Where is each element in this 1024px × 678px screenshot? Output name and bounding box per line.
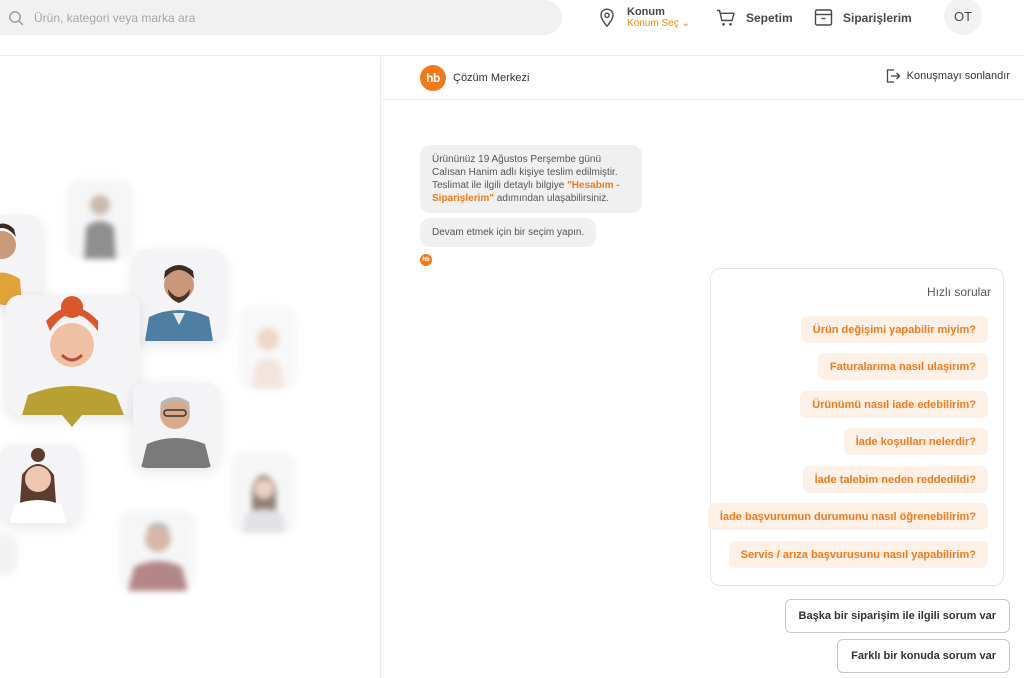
blurred-person-image [118,509,196,591]
quick-question-button[interactable]: Servis / arıza başvurusunu nasıl yapabil… [728,541,988,568]
quick-question-button[interactable]: İade başvurumun durumunu nasıl öğrenebil… [707,503,988,530]
orders-box-icon [814,9,833,26]
logout-icon [886,69,900,83]
bot-message: Ürününüz 19 Ağustos Perşembe günü Calısa… [420,145,642,213]
blurred-person-image [66,179,134,259]
smiling-man-image [133,249,225,341]
older-man-image [133,382,219,468]
quick-question-button[interactable]: Ürünümü nasıl iade edebilirim? [800,391,988,418]
quick-questions-title: Hızlı sorular [926,285,991,299]
bot-avatar-icon: hb [420,254,432,266]
different-topic-question-button[interactable]: Farklı bir konuda sorum var [837,639,1010,673]
person-image-cropped [0,215,42,305]
search-input[interactable] [34,10,514,25]
app-root: Konum Konum Seç ⌄ Sepetim Siparişlerim O… [0,0,1024,678]
search-bar[interactable] [0,0,562,35]
quick-question-button[interactable]: İade koşulları nelerdir? [843,428,988,455]
chevron-down-icon: ⌄ [681,17,690,29]
quick-question-button[interactable]: Faturalarıma nasıl ulaşırım? [817,353,988,380]
cart-icon [717,9,735,26]
location-pin-icon [600,7,614,27]
blurred-person-image [230,451,296,533]
end-chat-label: Konuşmayı sonlandır [906,70,1010,82]
brand-logo: hb [420,65,446,91]
orders-button[interactable]: Siparişlerim [814,0,912,35]
location-select-text: Konum Seç [627,17,679,29]
chat-title: Çözüm Merkezi [453,72,530,84]
quick-question-button[interactable]: Ürün değişimi yapabilir miyim? [800,316,988,343]
cart-label: Sepetim [746,10,793,25]
young-woman-image [0,445,80,523]
search-icon [9,10,24,25]
smiling-woman-image [6,295,140,415]
quick-questions-card: Hızlı sorular Ürün değişimi yapabilir mi… [707,268,1004,586]
location-selector[interactable]: Konum Konum Seç ⌄ [598,0,690,35]
cart-button[interactable]: Sepetim [716,0,793,35]
decorative-people-collage [0,57,380,678]
bot-message: Devam etmek için bir seçim yapın. [420,218,597,247]
blurred-person-image [0,533,18,575]
end-chat-button[interactable]: Konuşmayı sonlandır [885,68,1010,84]
user-avatar[interactable]: OT [944,0,982,35]
chat-panel: hb Çözüm Merkezi Konuşmayı sonlandır Ürü… [380,57,1024,678]
location-label: Konum [627,5,665,18]
orders-label: Siparişlerim [843,10,912,25]
chat-header: hb Çözüm Merkezi Konuşmayı sonlandır [381,57,1024,100]
blurred-person-image [238,307,298,389]
top-header: Konum Konum Seç ⌄ Sepetim Siparişlerim O… [0,0,1024,56]
location-select-link[interactable]: Konum Seç ⌄ [627,18,690,30]
other-order-question-button[interactable]: Başka bir siparişim ile ilgili sorum var [784,599,1010,633]
speech-tail [62,415,82,427]
message-text: adımından ulaşabilirsiniz. [494,193,610,204]
quick-question-button[interactable]: İade talebim neden reddedildi? [802,466,988,493]
